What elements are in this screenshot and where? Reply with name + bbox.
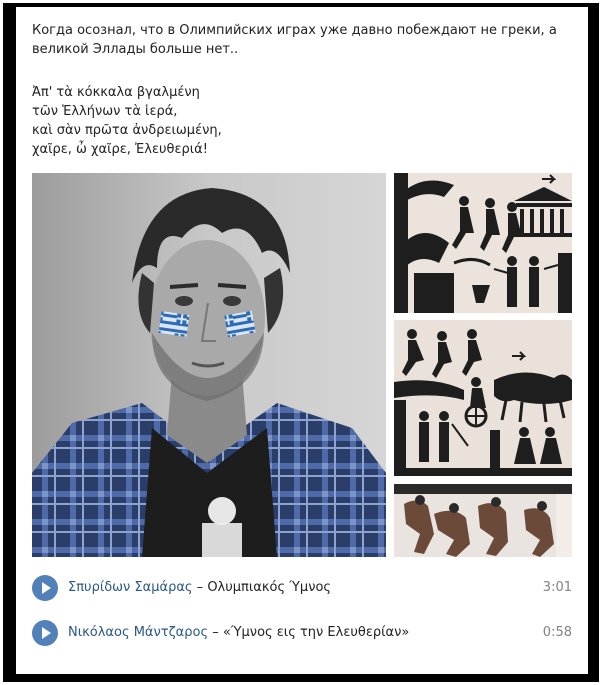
- play-icon: [42, 582, 51, 594]
- track-artist-link[interactable]: Νικόλαος Μάντζαρος: [68, 625, 208, 640]
- poem-line: Ἀπ' τὰ κόκκαλα βγαλμένη: [32, 85, 200, 100]
- audio-track[interactable]: Νικόλαος Μάντζαρος – «Ύμνος εις την Ελευ…: [32, 619, 572, 649]
- track-info: Σπυρίδων Σαμάρας – Ολυμπιακός Ύμνος: [68, 580, 331, 595]
- screenshot-frame: Когда осознал, что в Олимпийских играх у…: [3, 3, 599, 682]
- track-separator: –: [196, 580, 204, 595]
- poem-line: χαῖρε, ὦ χαῖρε, Ἐλευθεριά!: [32, 142, 208, 157]
- photo-greek-illustration-1[interactable]: [394, 173, 572, 313]
- photo-greek-illustration-3[interactable]: [394, 484, 572, 557]
- photo-portrait[interactable]: [32, 173, 386, 557]
- track-artist-link[interactable]: Σπυρίδων Σαμάρας: [68, 580, 193, 595]
- illustration-image: [394, 484, 572, 557]
- play-button[interactable]: [32, 575, 58, 601]
- portrait-image: [32, 173, 386, 557]
- track-title[interactable]: Ολυμπιακός Ύμνος: [207, 580, 331, 595]
- post-card: Когда осознал, что в Олимпийских играх у…: [16, 7, 588, 674]
- illustration-image: [394, 320, 572, 476]
- track-info: Νικόλαος Μάντζαρος – «Ύμνος εις την Ελευ…: [68, 625, 409, 640]
- poem: Ἀπ' τὰ κόκκαλα βγαλμένη τῶν Ἑλλήνων τὰ ἱ…: [32, 83, 572, 159]
- track-title[interactable]: «Ύμνος εις την Ελευθερίαν»: [223, 625, 409, 640]
- photo-greek-illustration-2[interactable]: [394, 320, 572, 476]
- illustration-image: [394, 173, 572, 313]
- post-text: Когда осознал, что в Олимпийских играх у…: [32, 23, 557, 57]
- play-button[interactable]: [32, 620, 58, 646]
- poem-line: καὶ σὰν πρῶτα ἀνδρειωμένη,: [32, 123, 222, 138]
- poem-line: τῶν Ἑλλήνων τὰ ἱερά,: [32, 104, 178, 119]
- track-duration: 3:01: [542, 580, 572, 595]
- track-duration: 0:58: [542, 625, 572, 640]
- track-separator: –: [212, 625, 219, 640]
- play-icon: [42, 627, 51, 639]
- audio-track[interactable]: Σπυρίδων Σαμάρας – Ολυμπιακός Ύμνος 3:01: [32, 574, 572, 604]
